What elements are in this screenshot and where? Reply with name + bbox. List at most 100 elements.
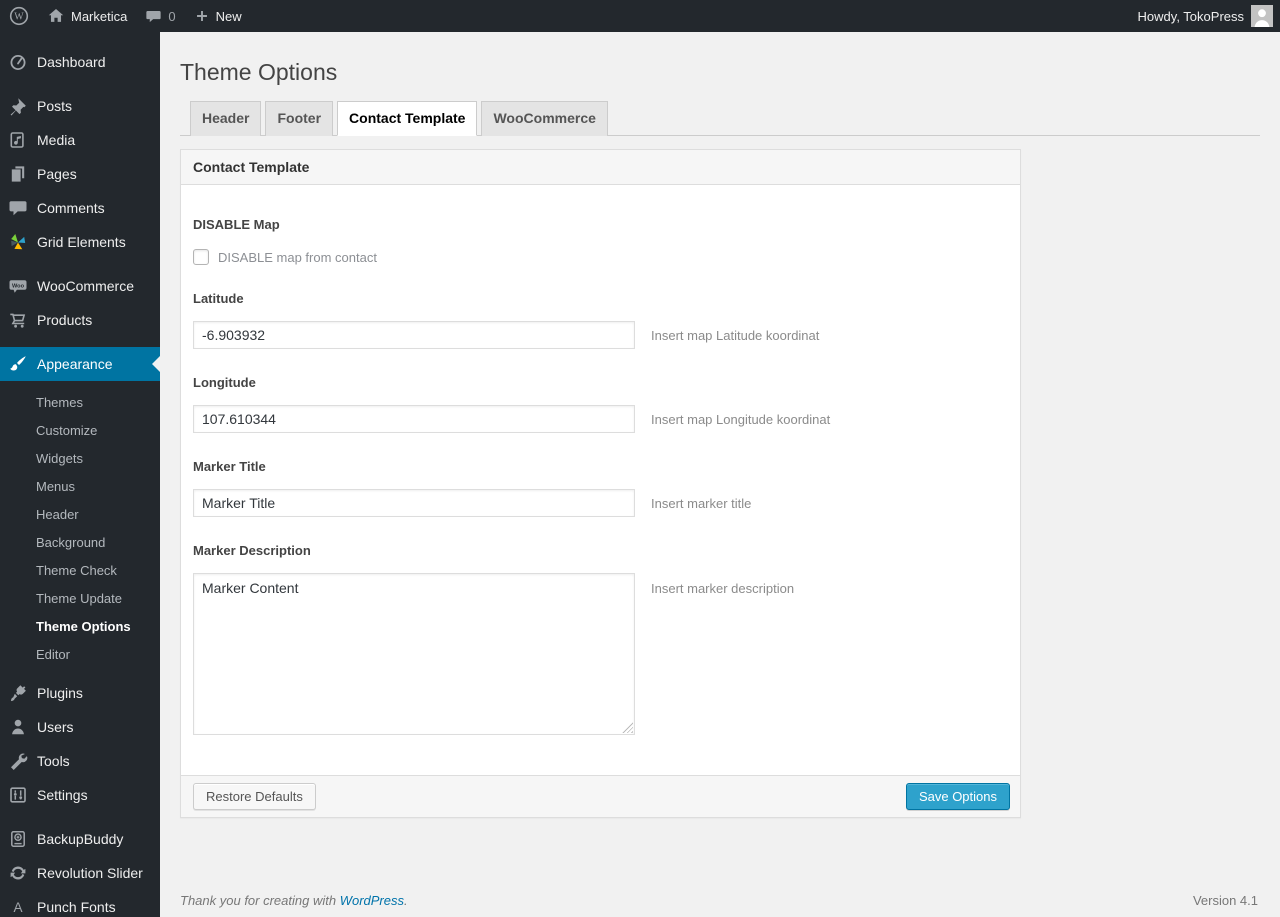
submenu-item-header[interactable]: Header xyxy=(0,500,160,528)
sidebar-item-settings[interactable]: Settings xyxy=(0,778,160,812)
submenu-item-theme-update[interactable]: Theme Update xyxy=(0,584,160,612)
sidebar-item-label: Plugins xyxy=(37,685,83,701)
avatar xyxy=(1251,5,1273,27)
sidebar-item-label: Settings xyxy=(37,787,88,803)
cycle-arrows-icon xyxy=(8,863,28,883)
new-menu[interactable]: New xyxy=(185,0,251,32)
sidebar-item-label: Comments xyxy=(37,200,105,216)
tab-footer[interactable]: Footer xyxy=(265,101,334,136)
disable-map-checkbox[interactable] xyxy=(193,249,209,265)
marker-title-label: Marker Title xyxy=(193,459,266,474)
panel-header: Contact Template xyxy=(181,150,1020,185)
pinwheel-icon xyxy=(8,232,28,252)
woo-badge-icon: Woo xyxy=(8,276,28,296)
wordpress-logo-icon: W xyxy=(9,6,29,26)
sidebar-item-punch-fonts[interactable]: A Punch Fonts xyxy=(0,890,160,917)
gauge-icon xyxy=(8,52,28,72)
submenu-item-widgets[interactable]: Widgets xyxy=(0,444,160,472)
tab-contact-template[interactable]: Contact Template xyxy=(337,101,478,136)
my-account-menu[interactable]: Howdy, TokoPress xyxy=(1138,5,1280,27)
sidebar-item-label: Media xyxy=(37,132,76,148)
thanks-prefix: Thank you for creating with xyxy=(180,893,340,908)
marker-title-hint: Insert marker title xyxy=(651,495,752,511)
sidebar-item-grid-elements[interactable]: Grid Elements xyxy=(0,225,160,259)
appearance-submenu: Themes Customize Widgets Menus Header Ba… xyxy=(0,381,160,676)
latitude-input[interactable] xyxy=(193,321,635,349)
svg-text:Woo: Woo xyxy=(12,283,25,289)
disable-map-label: DISABLE Map xyxy=(193,217,280,232)
submenu-item-themes[interactable]: Themes xyxy=(0,388,160,416)
main-content: Theme Options Header Footer Contact Temp… xyxy=(160,32,1280,917)
sidebar-item-label: Revolution Slider xyxy=(37,865,143,881)
sidebar-item-label: Users xyxy=(37,719,74,735)
sidebar-item-label: WooCommerce xyxy=(37,278,134,294)
comment-count: 0 xyxy=(168,8,176,24)
sidebar-item-label: Appearance xyxy=(37,356,113,372)
longitude-label: Longitude xyxy=(193,375,256,390)
panel-body: DISABLE Map DISABLE map from contact Lat… xyxy=(181,185,1020,775)
plus-icon xyxy=(194,8,210,24)
sidebar-item-appearance[interactable]: Appearance xyxy=(0,347,160,381)
marker-title-input[interactable] xyxy=(193,489,635,517)
sidebar-item-revolution-slider[interactable]: Revolution Slider xyxy=(0,856,160,890)
page-title: Theme Options xyxy=(180,59,338,85)
brush-icon xyxy=(8,354,28,374)
sidebar-item-label: Dashboard xyxy=(37,54,106,70)
plug-icon xyxy=(8,683,28,703)
wrench-icon xyxy=(8,751,28,771)
restore-defaults-button[interactable]: Restore Defaults xyxy=(193,783,316,810)
panel-footer: Restore Defaults Save Options xyxy=(181,775,1020,817)
svg-text:W: W xyxy=(14,12,24,23)
sidebar-item-posts[interactable]: Posts xyxy=(0,89,160,123)
submenu-item-background[interactable]: Background xyxy=(0,528,160,556)
submenu-item-customize[interactable]: Customize xyxy=(0,416,160,444)
sidebar-item-label: Posts xyxy=(37,98,73,114)
contact-template-panel: Contact Template DISABLE Map DISABLE map… xyxy=(180,149,1021,818)
save-options-button[interactable]: Save Options xyxy=(905,783,1010,810)
site-name-menu[interactable]: Marketica xyxy=(38,0,136,32)
howdy-text: Howdy, TokoPress xyxy=(1137,8,1244,24)
submenu-item-menus[interactable]: Menus xyxy=(0,472,160,500)
sliders-icon xyxy=(8,785,28,805)
tab-header[interactable]: Header xyxy=(190,101,262,136)
cart-icon xyxy=(8,310,28,330)
wordpress-link[interactable]: WordPress xyxy=(340,893,404,908)
sidebar-item-label: Punch Fonts xyxy=(37,899,116,915)
tab-woocommerce[interactable]: WooCommerce xyxy=(481,101,608,136)
page-footer: Thank you for creating with WordPress. V… xyxy=(180,893,1258,908)
person-icon xyxy=(8,717,28,737)
home-icon xyxy=(47,7,65,25)
media-icon xyxy=(8,130,28,150)
sidebar-item-pages[interactable]: Pages xyxy=(0,157,160,191)
sidebar-item-products[interactable]: Products xyxy=(0,303,160,337)
submenu-item-theme-options[interactable]: Theme Options xyxy=(0,612,160,640)
admin-sidebar: Dashboard Posts Media Pages Comments Gri… xyxy=(0,32,160,917)
sidebar-item-comments[interactable]: Comments xyxy=(0,191,160,225)
sidebar-item-dashboard[interactable]: Dashboard xyxy=(0,45,160,79)
marker-description-textarea[interactable]: Marker Content xyxy=(193,573,635,735)
backup-drive-icon xyxy=(8,829,28,849)
sidebar-item-tools[interactable]: Tools xyxy=(0,744,160,778)
sidebar-item-users[interactable]: Users xyxy=(0,710,160,744)
sidebar-item-label: BackupBuddy xyxy=(37,831,124,847)
sidebar-item-label: Pages xyxy=(37,166,77,182)
pages-icon xyxy=(8,164,28,184)
longitude-input[interactable] xyxy=(193,405,635,433)
comments-bubble-icon xyxy=(145,8,162,25)
sidebar-item-backupbuddy[interactable]: BackupBuddy xyxy=(0,822,160,856)
site-name: Marketica xyxy=(71,8,128,24)
sidebar-item-label: Products xyxy=(37,312,93,328)
disable-map-row: DISABLE map from contact xyxy=(193,249,1008,265)
submenu-item-theme-check[interactable]: Theme Check xyxy=(0,556,160,584)
wp-logo-menu[interactable]: W xyxy=(0,0,38,32)
longitude-row: Insert map Longitude koordinat xyxy=(193,405,1008,433)
longitude-hint: Insert map Longitude koordinat xyxy=(651,411,831,427)
sidebar-item-media[interactable]: Media xyxy=(0,123,160,157)
pin-icon xyxy=(8,96,28,116)
sidebar-item-plugins[interactable]: Plugins xyxy=(0,676,160,710)
submenu-item-editor[interactable]: Editor xyxy=(0,640,160,668)
latitude-row: Insert map Latitude koordinat xyxy=(193,321,1008,349)
sidebar-item-woocommerce[interactable]: Woo WooCommerce xyxy=(0,269,160,303)
comments-menu[interactable]: 0 xyxy=(136,0,184,32)
marker-title-row: Insert marker title xyxy=(193,489,1008,517)
